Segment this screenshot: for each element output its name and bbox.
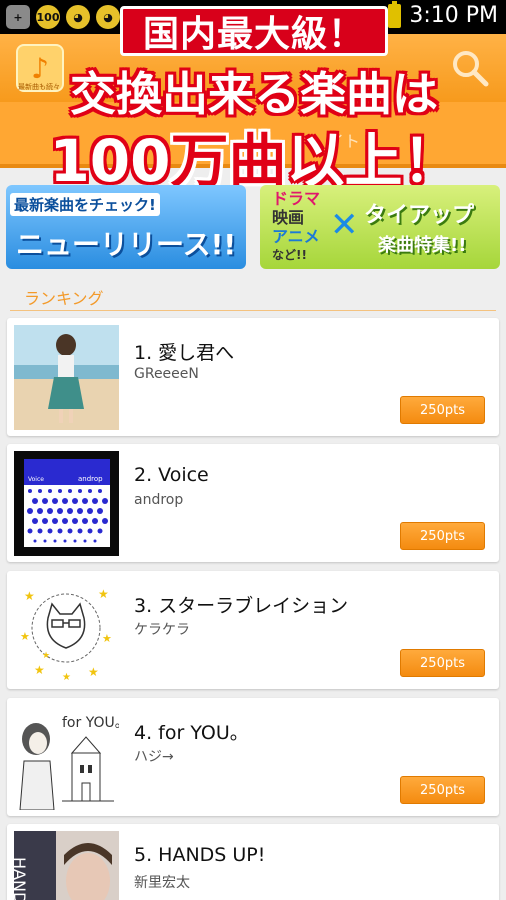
album-art-image: Voice androp xyxy=(14,451,119,556)
ranking-heading: ランキング xyxy=(24,289,104,308)
thumb-foryou-text: for YOU。 xyxy=(62,715,119,731)
song-title: 5. HANDS UP! xyxy=(134,844,266,866)
tie-up-word-etc: など!! xyxy=(272,248,307,262)
svg-text:★: ★ xyxy=(20,630,30,643)
app-logo-caption: 最新曲も続々 xyxy=(18,83,60,91)
tie-up-word-drama: ドラマ xyxy=(272,189,321,208)
cross-icon: ✕ xyxy=(330,205,359,245)
album-art-image: for YOU。 xyxy=(14,705,119,810)
song-title: 2. Voice xyxy=(134,464,209,486)
svg-text:★: ★ xyxy=(62,672,71,683)
thumb-hands-text: HANDS xyxy=(14,857,29,900)
price-button[interactable]: 250pts xyxy=(400,522,485,550)
tab-label[interactable]: イト xyxy=(328,128,360,152)
app-bar: ♪ 最新曲も続々 xyxy=(0,34,506,102)
svg-text:★: ★ xyxy=(102,632,112,645)
status-time: 3:10 PM xyxy=(409,3,498,28)
status-bar: + 100 ◕ ◕ 3:10 PM xyxy=(0,0,506,34)
svg-text:★: ★ xyxy=(88,665,99,679)
tie-up-banner[interactable]: ドラマ 映画 アニメ など!! ✕ タイアップ 楽曲特集!! xyxy=(260,185,500,269)
tie-up-categories: ドラマ 映画 アニメ など!! xyxy=(272,189,320,265)
thumb-voice-text: Voice xyxy=(28,476,44,483)
counter-icon: 100 xyxy=(36,5,60,29)
song-title: 3. スターラブレイション xyxy=(134,595,349,617)
album-art-image: HANDS xyxy=(14,831,119,900)
battery-icon xyxy=(388,0,402,28)
add-icon: + xyxy=(6,5,30,29)
price-button[interactable]: 250pts xyxy=(400,396,485,424)
tie-up-word-anime: アニメ xyxy=(272,227,320,246)
artist-name: androp xyxy=(134,492,184,508)
new-release-title: ニューリリース!! xyxy=(16,228,237,261)
song-title: 1. 愛し君へ xyxy=(134,342,235,364)
bear-icon: ◕ xyxy=(96,5,120,29)
price-button[interactable]: 250pts xyxy=(400,776,485,804)
bear-icon: ◕ xyxy=(66,5,90,29)
ranking-item[interactable]: Voice androp 2. Voice androp 250pts xyxy=(7,444,499,562)
ranking-item[interactable]: 1. 愛し君へ GReeeeN 250pts xyxy=(7,318,499,436)
song-title: 4. for YOU。 xyxy=(134,722,249,744)
svg-text:★: ★ xyxy=(98,587,109,601)
artist-name: ケラケラ xyxy=(134,622,190,638)
album-art-image xyxy=(14,325,119,430)
tie-up-word-movie: 映画 xyxy=(272,208,305,227)
new-release-banner[interactable]: 最新楽曲をチェック! ニューリリース!! xyxy=(6,185,246,269)
album-art-image: ★ ★ ★ ★ ★ ★ ★ ★ xyxy=(14,578,119,683)
price-button[interactable]: 250pts xyxy=(400,649,485,677)
tie-up-title: タイアップ xyxy=(364,203,475,228)
ranking-item[interactable]: ★ ★ ★ ★ ★ ★ ★ ★ 3. スターラブレイション ケラケラ 250pts xyxy=(7,571,499,689)
ranking-divider xyxy=(10,310,496,311)
search-icon[interactable] xyxy=(448,46,492,90)
svg-text:★: ★ xyxy=(42,651,50,661)
ranking-item[interactable]: for YOU。 4. for YOU。 ハジ→ 250pts xyxy=(7,698,499,816)
thumb-androp-text: androp xyxy=(78,475,103,483)
tie-up-subtitle: 楽曲特集!! xyxy=(378,235,467,256)
artist-name: ハジ→ xyxy=(134,749,174,765)
tab-strip[interactable]: イト xyxy=(0,102,506,168)
ranking-item[interactable]: HANDS 5. HANDS UP! 新里宏太 250pts xyxy=(7,824,499,900)
svg-text:★: ★ xyxy=(24,589,35,603)
artist-name: GReeeeN xyxy=(134,366,199,382)
new-release-subtitle: 最新楽曲をチェック! xyxy=(10,193,160,216)
artist-name: 新里宏太 xyxy=(134,875,190,891)
svg-text:★: ★ xyxy=(34,663,45,677)
